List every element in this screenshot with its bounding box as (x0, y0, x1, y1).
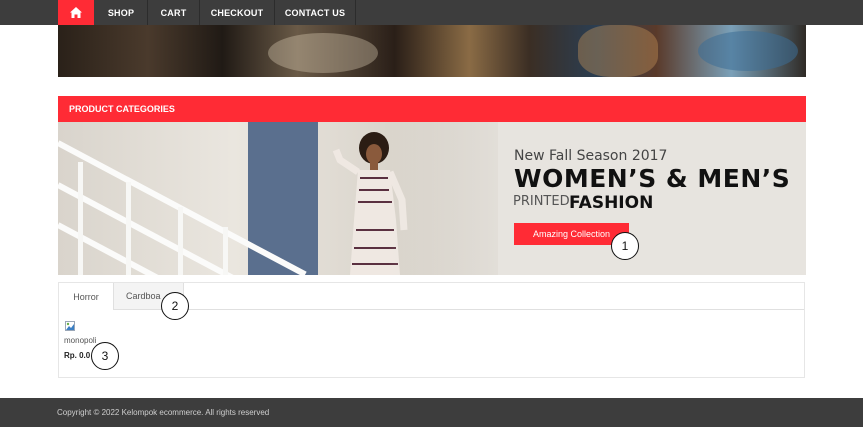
annotation-marker-1: 1 (611, 232, 639, 260)
product-price: Rp. 0.0 (64, 351, 91, 360)
nav-shop-link[interactable]: SHOP (95, 0, 148, 25)
annotation-marker-2: 2 (161, 292, 189, 320)
footer-copyright: Copyright © 2022 Kelompok ecommerce. All… (57, 408, 270, 417)
banner-stair-post (78, 162, 83, 275)
banner-season-text: New Fall Season 2017 (514, 148, 668, 164)
top-navigation: SHOP CART CHECKOUT CONTACT US (0, 0, 863, 25)
banner-stair-post (178, 207, 183, 275)
hero-blur-shape (698, 31, 798, 71)
nav-contact-us-link[interactable]: CONTACT US (275, 0, 356, 25)
banner-printed-text: PRINTED (513, 194, 570, 209)
nav-checkout-link[interactable]: CHECKOUT (200, 0, 275, 25)
product-name[interactable]: monopoli (64, 336, 96, 345)
banner-fashion-text: FASHION (569, 193, 654, 213)
broken-image-icon[interactable] (65, 321, 75, 331)
hero-blur-shape (268, 33, 378, 73)
hero-image (58, 25, 806, 77)
tab-horror[interactable]: Horror (59, 283, 114, 310)
home-button[interactable] (58, 0, 94, 25)
banner-headline: WOMEN’S & MEN’S (514, 164, 791, 193)
product-categories-header: PRODUCT CATEGORIES (58, 96, 806, 122)
banner-stair-post (223, 227, 228, 275)
annotation-marker-3: 3 (91, 342, 119, 370)
nav-cart-link[interactable]: CART (148, 0, 200, 25)
banner-fade (388, 122, 528, 275)
banner-stair-post (126, 182, 131, 275)
fashion-banner: New Fall Season 2017 WOMEN’S & MEN’S PRI… (58, 122, 806, 275)
home-icon (70, 7, 82, 18)
tab-divider (184, 309, 804, 310)
footer: Copyright © 2022 Kelompok ecommerce. All… (0, 398, 863, 427)
hero-blur-shape (578, 25, 658, 77)
